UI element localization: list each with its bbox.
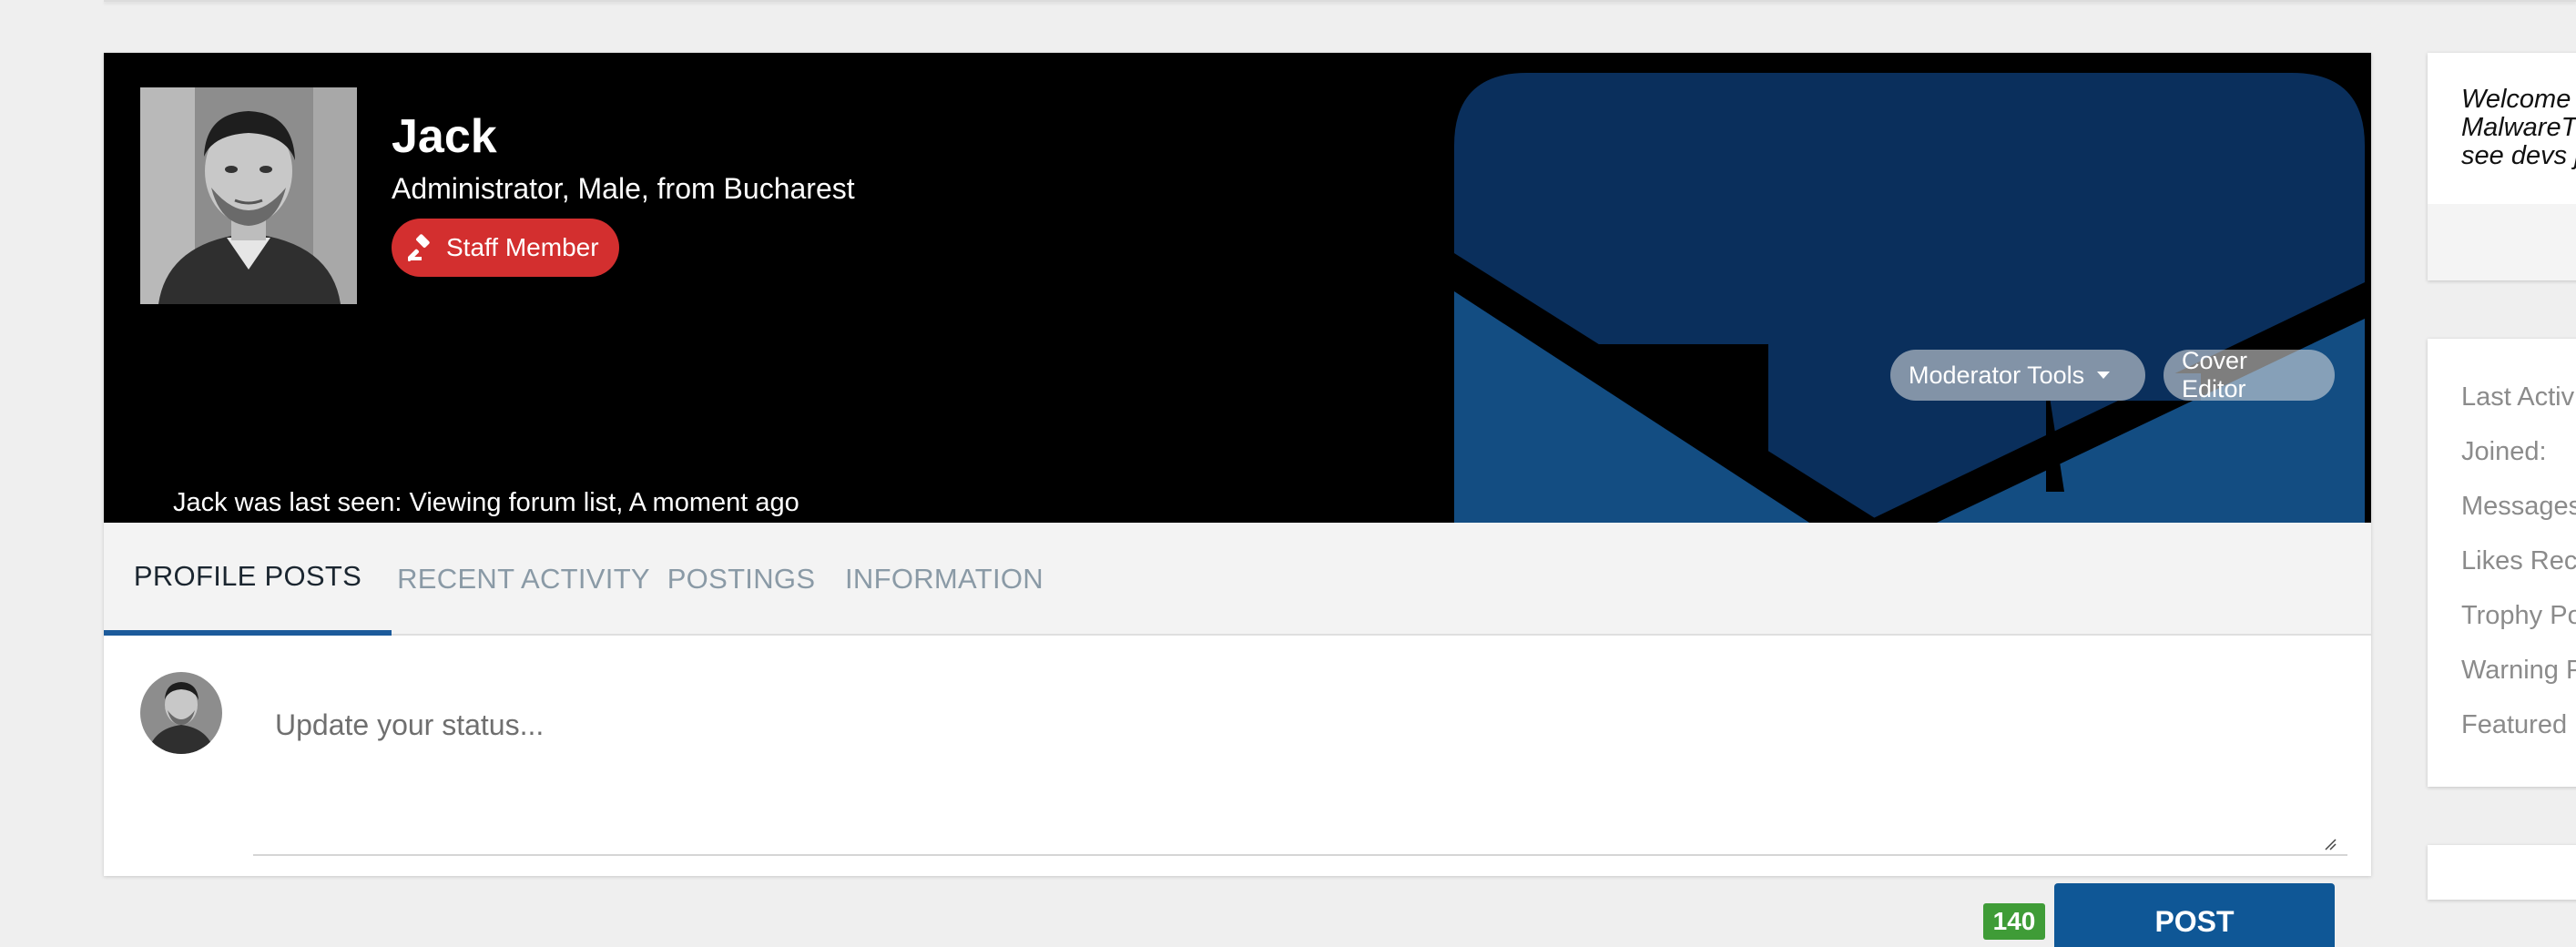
profile-subtitle: Administrator, Male, from Bucharest bbox=[392, 172, 855, 205]
tab-postings[interactable]: POSTINGS bbox=[656, 523, 827, 636]
tab-profile-posts[interactable]: PROFILE POSTS bbox=[104, 523, 392, 636]
welcome-line: Welcome bbox=[2461, 85, 2571, 114]
welcome-card: Welcome MalwareT see devs j bbox=[2428, 53, 2576, 280]
post-button[interactable]: POST bbox=[2054, 883, 2335, 947]
welcome-text: Welcome MalwareT see devs j bbox=[2461, 86, 2576, 170]
top-card-edge bbox=[104, 0, 2576, 2]
welcome-line: MalwareT bbox=[2461, 113, 2576, 142]
welcome-line: see devs j bbox=[2461, 141, 2576, 170]
stat-trophy-label: Trophy Po bbox=[2461, 601, 2576, 630]
moderator-tools-label: Moderator Tools bbox=[1909, 361, 2085, 389]
stat-messages-label: Messages bbox=[2461, 492, 2576, 521]
cover-editor-button[interactable]: Cover Editor bbox=[2164, 347, 2335, 402]
cover-editor-label: Cover Editor bbox=[2182, 347, 2248, 402]
stat-joined-label: Joined: bbox=[2461, 437, 2547, 466]
user-photo-icon bbox=[140, 672, 222, 754]
member-stats-card: Last Activ Joined: Messages Likes Rec Tr… bbox=[2428, 339, 2576, 787]
staff-badge-label: Staff Member bbox=[446, 233, 599, 261]
user-photo-icon bbox=[140, 87, 357, 304]
stat-featured-label: Featured bbox=[2461, 710, 2568, 739]
gavel-icon bbox=[408, 234, 430, 261]
character-counter: 140 bbox=[1983, 903, 2045, 940]
welcome-card-footer bbox=[2428, 204, 2576, 280]
composer-avatar[interactable] bbox=[140, 672, 222, 754]
profile-tabs: PROFILE POSTS RECENT ACTIVITY POSTINGS I… bbox=[104, 523, 2371, 636]
resize-handle-icon[interactable] bbox=[2324, 838, 2337, 850]
cover-logo-art bbox=[1454, 73, 2365, 523]
status-input[interactable] bbox=[253, 681, 2347, 856]
profile-name: Jack bbox=[392, 110, 497, 163]
profile-card: Jack Administrator, Male, from Bucharest… bbox=[104, 53, 2371, 947]
last-seen-status: Jack was last seen: Viewing forum list, … bbox=[173, 488, 799, 517]
stat-likes-label: Likes Rec bbox=[2461, 546, 2576, 575]
staff-member-badge: Staff Member bbox=[392, 219, 619, 277]
profile-avatar[interactable] bbox=[140, 87, 357, 304]
stat-last-activity-label: Last Activ bbox=[2461, 382, 2575, 412]
sidebar-card bbox=[2428, 845, 2576, 900]
stat-warning-label: Warning P bbox=[2461, 656, 2576, 685]
profile-cover: Jack Administrator, Male, from Bucharest… bbox=[104, 53, 2371, 523]
moderator-tools-button[interactable]: Moderator Tools bbox=[1890, 350, 2145, 401]
tab-information[interactable]: INFORMATION bbox=[827, 523, 1062, 636]
chevron-down-icon bbox=[2097, 372, 2111, 379]
tab-recent-activity[interactable]: RECENT ACTIVITY bbox=[392, 523, 656, 636]
